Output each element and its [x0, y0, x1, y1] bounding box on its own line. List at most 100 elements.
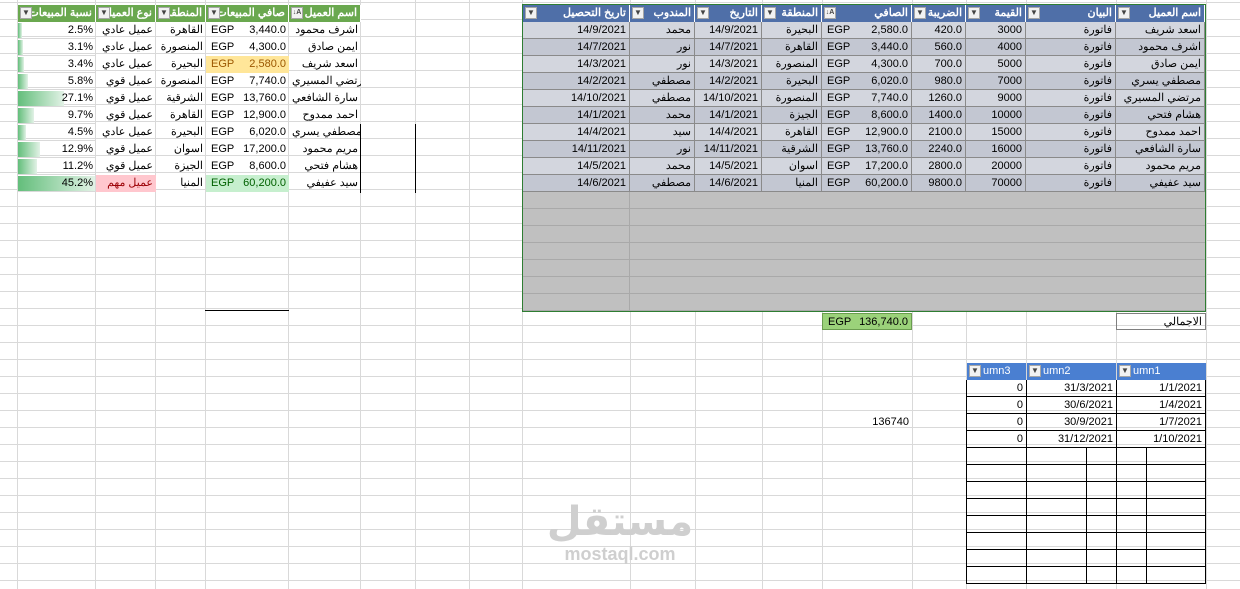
umn3-cell[interactable]: 0 [966, 414, 1026, 431]
header-umn2[interactable]: ▼ umn2 [1027, 363, 1116, 380]
tax-cell[interactable]: 980.0 [912, 73, 966, 90]
customer-name-cell[interactable]: مصطفي يسري [289, 124, 361, 141]
tax-cell[interactable]: 9800.0 [912, 175, 966, 192]
filter-dropdown-icon[interactable]: ▼ [1029, 365, 1041, 377]
net-cell[interactable]: EGP 17,200.0 [822, 158, 912, 175]
tax-cell[interactable]: 1260.0 [912, 90, 966, 107]
net-sales-cell[interactable]: EGP 4,300.0 [206, 39, 289, 56]
value-cell[interactable]: 7000 [966, 73, 1026, 90]
value-cell[interactable]: 5000 [966, 56, 1026, 73]
region-cell[interactable]: المنصورة [156, 73, 206, 90]
net-cell[interactable]: EGP 60,200.0 [822, 175, 912, 192]
customer-name-cell[interactable]: اسعد شريف [1116, 22, 1205, 39]
region-cell[interactable]: اسوان [762, 158, 822, 175]
representative-cell[interactable]: مصطفي [630, 73, 695, 90]
collection-date-cell[interactable]: 14/10/2021 [523, 90, 630, 107]
region-cell[interactable]: المنصورة [762, 90, 822, 107]
collection-date-cell[interactable]: 14/2/2021 [523, 73, 630, 90]
representative-cell[interactable]: محمد [630, 107, 695, 124]
customer-name-cell[interactable]: سيد عفيفي [1116, 175, 1205, 192]
description-cell[interactable]: فاتورة [1026, 39, 1116, 56]
customer-name-cell[interactable]: احمد ممدوح [289, 107, 361, 124]
date-cell[interactable]: 14/9/2021 [695, 22, 762, 39]
filter-dropdown-icon[interactable]: ▼ [969, 365, 981, 377]
umn1-cell[interactable]: 1/1/2021 [1116, 380, 1206, 397]
tax-cell[interactable]: 2240.0 [912, 141, 966, 158]
collection-date-cell[interactable]: 14/7/2021 [523, 39, 630, 56]
umn2-cell[interactable]: 30/9/2021 [1026, 414, 1116, 431]
representative-cell[interactable]: سيد [630, 124, 695, 141]
sales-pct-cell[interactable]: 2.5% [18, 22, 96, 39]
representative-cell[interactable]: محمد [630, 22, 695, 39]
tax-cell[interactable]: 420.0 [912, 22, 966, 39]
header-region[interactable]: ▼ المنطقة [762, 5, 822, 22]
collection-date-cell[interactable]: 14/11/2021 [523, 141, 630, 158]
region-cell[interactable]: القاهرة [762, 124, 822, 141]
net-sales-cell[interactable]: EGP 8,600.0 [206, 158, 289, 175]
umn3-cell[interactable]: 0 [966, 380, 1026, 397]
region-cell[interactable]: البحيرة [156, 124, 206, 141]
value-cell[interactable]: 70000 [966, 175, 1026, 192]
region-cell[interactable]: البحيرة [762, 22, 822, 39]
description-cell[interactable]: فاتورة [1026, 124, 1116, 141]
filter-dropdown-icon[interactable]: ▼ [98, 7, 110, 19]
region-cell[interactable]: المنصورة [762, 56, 822, 73]
umn1-cell[interactable]: 1/4/2021 [1116, 397, 1206, 414]
customer-name-cell[interactable]: مريم محمود [289, 141, 361, 158]
header-date[interactable]: ▼ التاريخ [695, 5, 762, 22]
umn2-cell[interactable]: 31/12/2021 [1026, 431, 1116, 448]
date-cell[interactable]: 14/11/2021 [695, 141, 762, 158]
net-cell[interactable]: EGP 6,020.0 [822, 73, 912, 90]
customer-type-cell[interactable]: عميل عادي [96, 39, 156, 56]
customer-type-cell[interactable]: عميل عادي [96, 124, 156, 141]
customer-name-cell[interactable]: اشرف محمود [1116, 39, 1205, 56]
customer-name-cell[interactable]: مريم محمود [1116, 158, 1205, 175]
customer-name-cell[interactable]: سارة الشافعي [1116, 141, 1205, 158]
representative-cell[interactable]: مصطفي [630, 175, 695, 192]
date-cell[interactable]: 14/4/2021 [695, 124, 762, 141]
umn3-cell[interactable]: 0 [966, 397, 1026, 414]
net-sales-cell[interactable]: EGP 7,740.0 [206, 73, 289, 90]
header-umn1[interactable]: ▼ umn1 [1117, 363, 1206, 380]
customer-type-cell[interactable]: عميل قوي [96, 107, 156, 124]
region-cell[interactable]: البحيرة [156, 56, 206, 73]
header-value[interactable]: ▼ القيمة [966, 5, 1026, 22]
date-cell[interactable]: 14/1/2021 [695, 107, 762, 124]
sales-pct-cell[interactable]: 3.4% [18, 56, 96, 73]
region-cell[interactable]: الشرقية [762, 141, 822, 158]
customer-type-cell[interactable]: عميل قوي [96, 73, 156, 90]
filter-dropdown-icon[interactable]: ▼ [158, 7, 170, 19]
customer-name-cell[interactable]: سيد عفيفي [289, 175, 361, 192]
filter-dropdown-icon[interactable]: ▼ [914, 7, 926, 19]
total-net-cell[interactable]: EGP 136,740.0 [822, 313, 912, 330]
filter-dropdown-icon[interactable]: ▼ [1118, 7, 1130, 19]
header-collection-date[interactable]: ▼ تاريخ التحصيل [523, 5, 630, 22]
representative-cell[interactable]: مصطفي [630, 90, 695, 107]
date-cell[interactable]: 14/2/2021 [695, 73, 762, 90]
net-sales-cell[interactable]: EGP 6,020.0 [206, 124, 289, 141]
header-sales-pct[interactable]: ▼ نسبة المبيعات [18, 5, 96, 22]
collection-date-cell[interactable]: 14/1/2021 [523, 107, 630, 124]
net-sales-cell[interactable]: EGP 2,580.0 [206, 56, 289, 73]
filter-dropdown-icon[interactable]: ▼ [1028, 7, 1040, 19]
filter-dropdown-icon[interactable]: ▼ [968, 7, 980, 19]
filter-dropdown-icon[interactable]: ▼ [764, 7, 776, 19]
customer-name-cell[interactable]: هشام فتحي [1116, 107, 1205, 124]
description-cell[interactable]: فاتورة [1026, 22, 1116, 39]
region-cell[interactable]: اسوان [156, 141, 206, 158]
filter-dropdown-icon[interactable]: ▼ [20, 7, 32, 19]
sort-ascending-icon[interactable]: ↓A [824, 7, 836, 19]
value-cell[interactable]: 4000 [966, 39, 1026, 56]
region-cell[interactable]: الجيزة [156, 158, 206, 175]
description-cell[interactable]: فاتورة [1026, 175, 1116, 192]
customer-type-cell[interactable]: عميل عادي [96, 22, 156, 39]
tax-cell[interactable]: 1400.0 [912, 107, 966, 124]
region-cell[interactable]: القاهرة [156, 107, 206, 124]
sort-ascending-icon[interactable]: ↓A [291, 7, 303, 19]
net-cell[interactable]: EGP 4,300.0 [822, 56, 912, 73]
header-umn3[interactable]: ▼ umn3 [967, 363, 1026, 380]
value-cell[interactable]: 15000 [966, 124, 1026, 141]
customer-name-cell[interactable]: ايمن صادق [289, 39, 361, 56]
customer-name-cell[interactable]: سارة الشافعي [289, 90, 361, 107]
collection-date-cell[interactable]: 14/5/2021 [523, 158, 630, 175]
